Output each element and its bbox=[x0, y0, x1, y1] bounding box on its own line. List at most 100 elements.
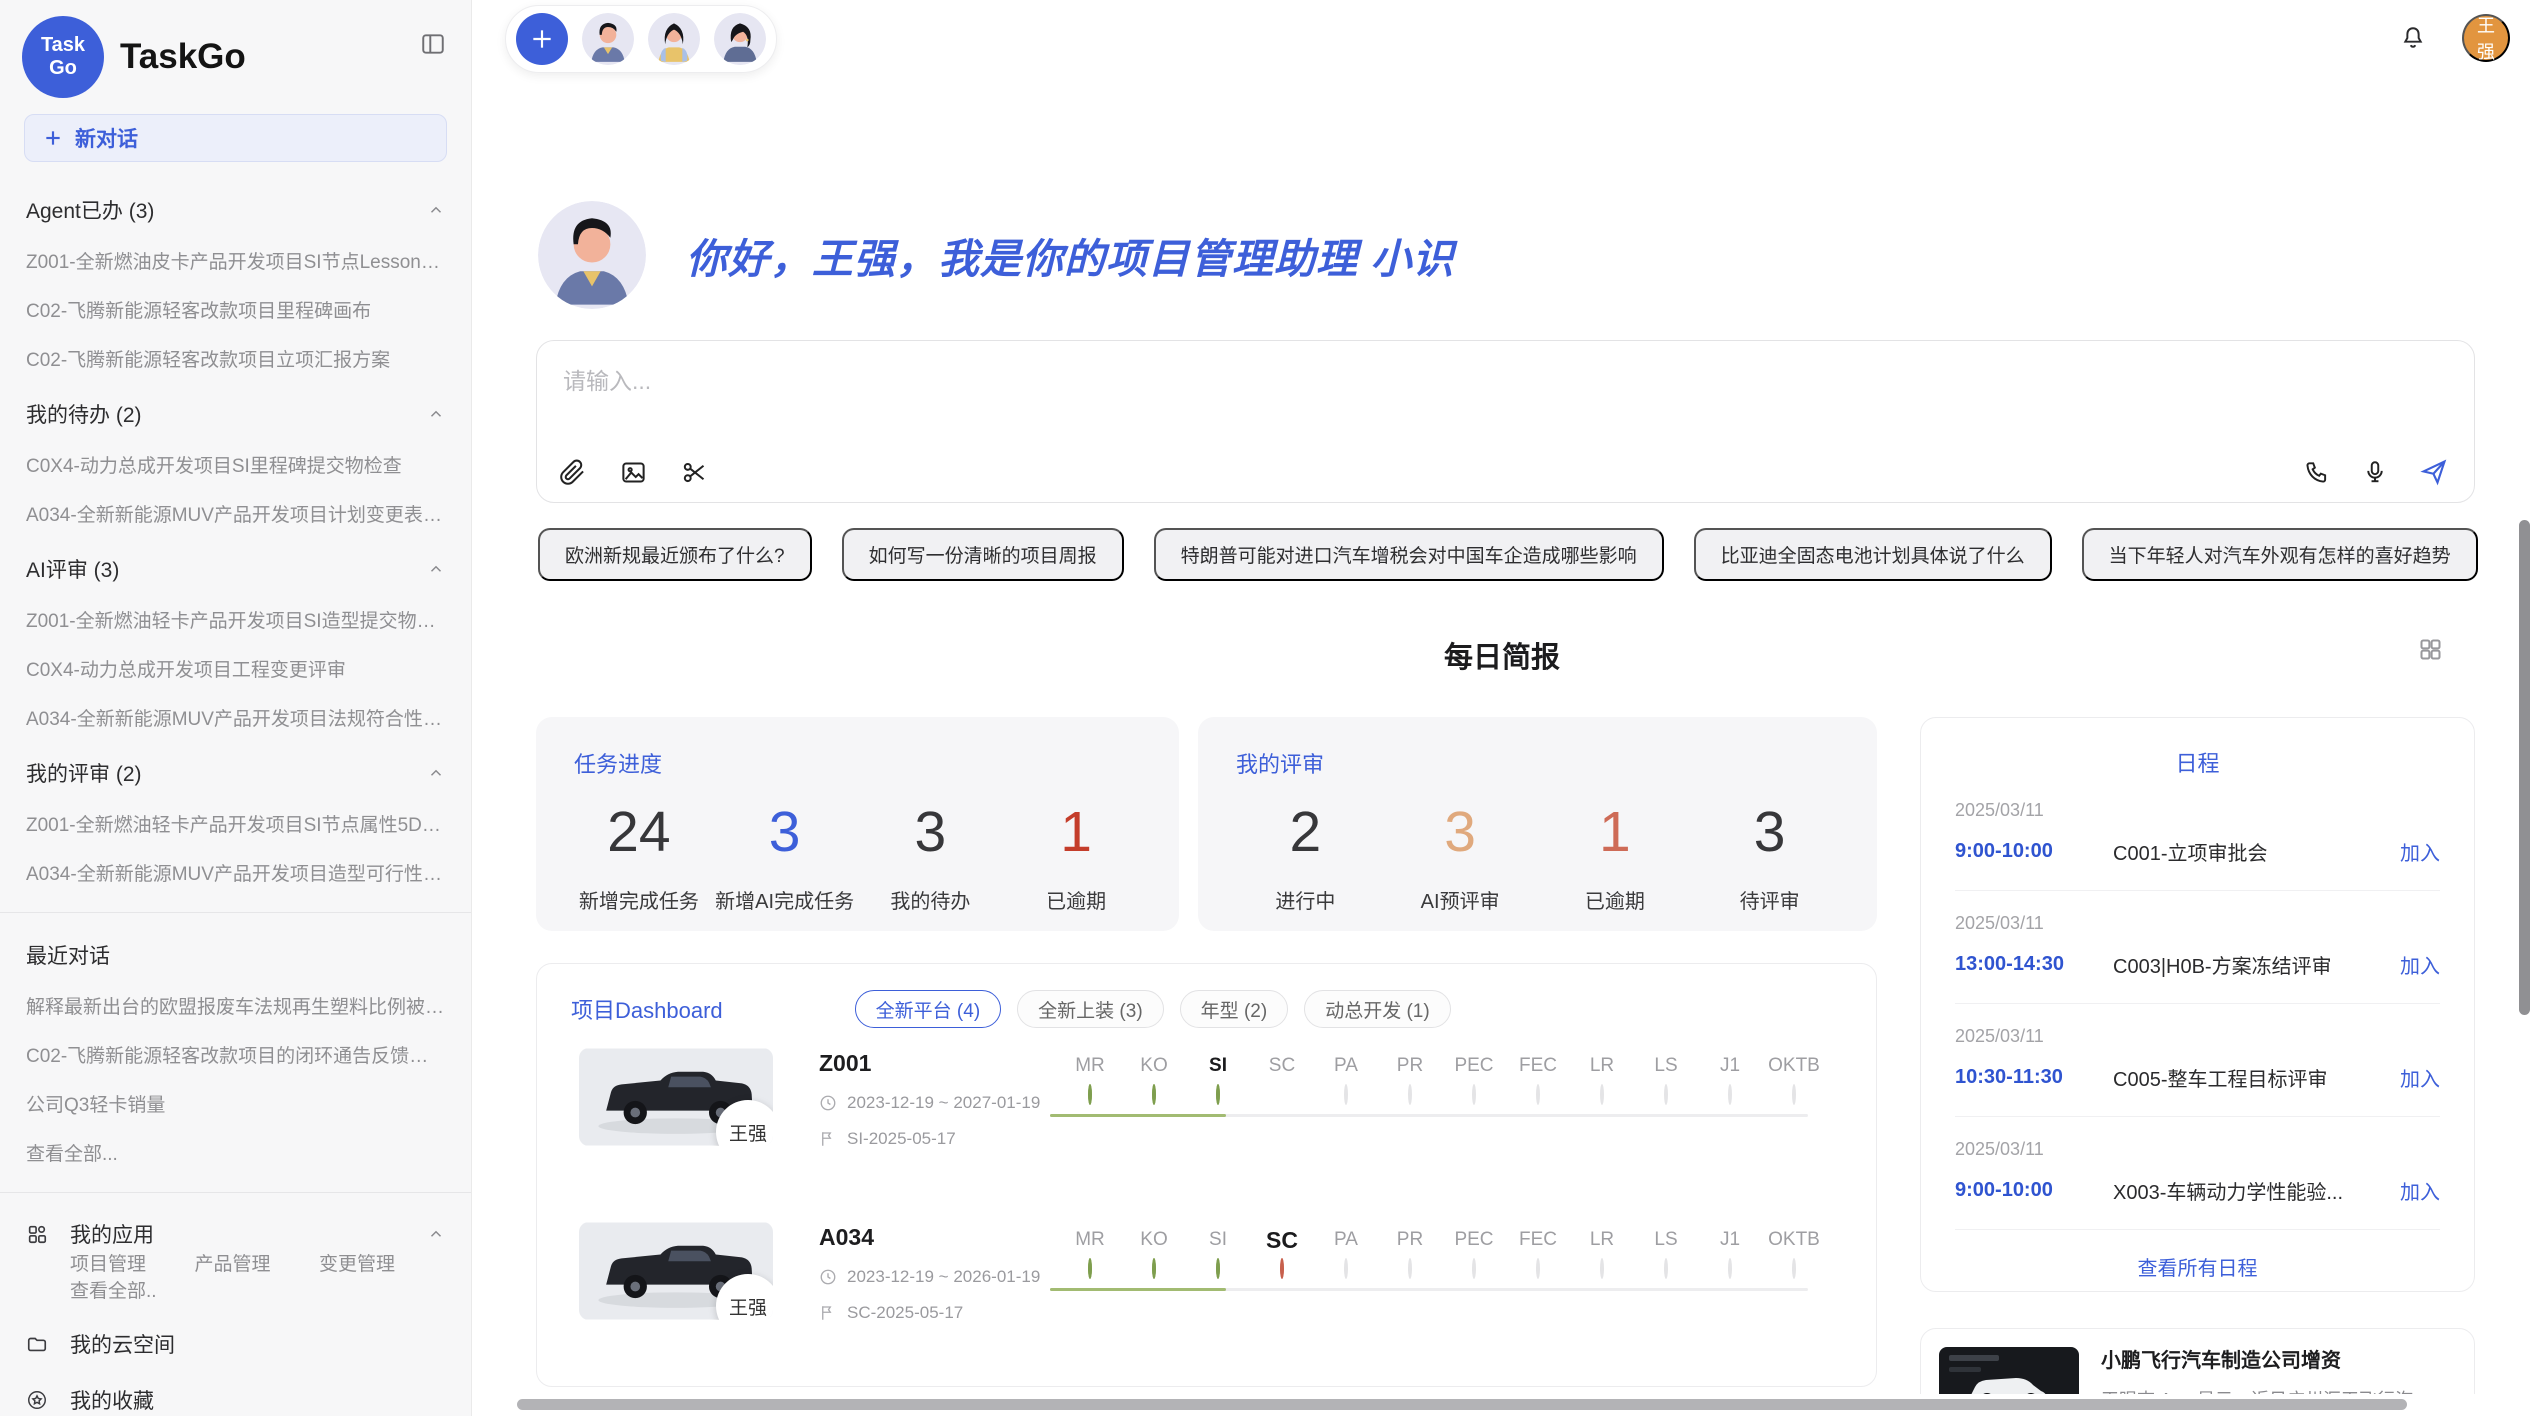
view-all-apps-link[interactable]: 查看全部.. bbox=[26, 1281, 157, 1302]
sidebar-item[interactable]: C02-飞腾新能源轻客改款项目立项汇报方案 bbox=[26, 345, 445, 372]
milestone: SC bbox=[1250, 1226, 1314, 1278]
view-all-schedule-link[interactable]: 查看所有日程 bbox=[1955, 1230, 2440, 1303]
voice-call-button[interactable] bbox=[2304, 459, 2330, 485]
suggestion-chip[interactable]: 如何写一份清晰的项目周报 bbox=[842, 528, 1124, 581]
section-my-review[interactable]: 我的评审 (2) bbox=[26, 758, 445, 788]
section-recent-chats[interactable]: 最近对话 bbox=[26, 940, 445, 970]
divider bbox=[0, 912, 471, 913]
app-item-project-mgmt[interactable]: 项目管理 bbox=[26, 1254, 146, 1275]
app-item-change-mgmt[interactable]: 变更管理 bbox=[275, 1254, 395, 1275]
send-button[interactable] bbox=[2420, 458, 2448, 486]
suggestion-chip[interactable]: 特朗普可能对进口汽车增税会对中国车企造成哪些影响 bbox=[1154, 528, 1664, 581]
sidebar-item[interactable]: Z001-全新燃油轻卡产品开发项目SI节点属性5D文件评审 bbox=[26, 810, 445, 837]
stat-label: 新增AI完成任务 bbox=[712, 885, 858, 914]
app-item-product-mgmt[interactable]: 产品管理 bbox=[150, 1254, 270, 1275]
stat-my-todo: 3 我的待办 bbox=[858, 801, 1004, 914]
section-my-apps[interactable]: 我的应用 bbox=[26, 1219, 445, 1249]
sidebar-item[interactable]: A034-全新新能源MUV产品开发项目计划变更表编写 bbox=[26, 500, 445, 527]
briefing-layout-grid-icon[interactable] bbox=[2417, 636, 2444, 663]
project-row[interactable]: 王强 Z001 2023-12-19 ~ 2027-01-19 SI-2025-… bbox=[537, 1044, 1876, 1202]
screenshot-button[interactable] bbox=[681, 459, 708, 486]
tab-powertrain[interactable]: 动总开发 (1) bbox=[1304, 990, 1451, 1028]
milestone: PR bbox=[1378, 1052, 1442, 1104]
milestone-chart: MR KO SI SC PA PR PEC FEC LR LS J1 bbox=[1058, 1226, 1826, 1278]
section-ai-review[interactable]: AI评审 (3) bbox=[26, 554, 445, 584]
suggestion-chip[interactable]: 欧洲新规最近颁布了什么? bbox=[538, 528, 812, 581]
sidebar-item[interactable]: C0X4-动力总成开发项目SI里程碑提交物检查 bbox=[26, 451, 445, 478]
sidebar-item[interactable]: A034-全新新能源MUV产品开发项目法规符合性评审 bbox=[26, 704, 445, 731]
vertical-scrollbar-thumb[interactable] bbox=[2519, 520, 2530, 1015]
schedule-time: 9:00-10:00 bbox=[1955, 840, 2113, 863]
task-progress-card: 任务进度 24 新增完成任务 3 新增AI完成任务 3 bbox=[536, 717, 1179, 931]
milestone: FEC bbox=[1506, 1226, 1570, 1278]
schedule-event-name: C005-整车工程目标评审 bbox=[2113, 1063, 2388, 1092]
project-car-image: 王强 bbox=[579, 1048, 773, 1146]
milestone-track-done bbox=[1050, 1288, 1226, 1291]
stat-ai-pre-review: 3 AI预评审 bbox=[1383, 801, 1538, 914]
topbar-right: 王强 bbox=[2400, 14, 2510, 62]
schedule-item: 2025/03/11 9:00-10:00 C001-立项审批会 加入 bbox=[1955, 778, 2440, 891]
milestone-dot bbox=[1216, 1258, 1220, 1279]
section-my-todo[interactable]: 我的待办 (2) bbox=[26, 399, 445, 429]
sidebar-collapse-button[interactable] bbox=[415, 26, 451, 62]
join-meeting-link[interactable]: 加入 bbox=[2400, 837, 2440, 866]
schedule-event-name: C003|H0B-方案冻结评审 bbox=[2113, 950, 2388, 979]
agent-avatar-1[interactable] bbox=[582, 13, 634, 65]
milestone-dot bbox=[1344, 1084, 1348, 1105]
notifications-bell-icon[interactable] bbox=[2400, 25, 2426, 51]
sidebar-item[interactable]: C0X4-动力总成开发项目工程变更评审 bbox=[26, 655, 445, 682]
tab-model-year[interactable]: 年型 (2) bbox=[1180, 990, 1289, 1028]
schedule-item: 2025/03/11 10:30-11:30 C005-整车工程目标评审 加入 bbox=[1955, 1004, 2440, 1117]
recent-chat-item[interactable]: 公司Q3轻卡销量 bbox=[26, 1090, 445, 1117]
schedule-time: 9:00-10:00 bbox=[1955, 1179, 2113, 1202]
project-flag-milestone: SC-2025-05-17 bbox=[819, 1303, 1040, 1323]
milestone-dot bbox=[1472, 1084, 1476, 1105]
attach-file-button[interactable] bbox=[559, 459, 586, 486]
project-row[interactable]: 王强 A034 2023-12-19 ~ 2026-01-19 SC-2025-… bbox=[537, 1218, 1876, 1376]
section-agent-done[interactable]: Agent已办 (3) bbox=[26, 195, 445, 225]
sidebar-item-cloud-space[interactable]: 我的云空间 bbox=[26, 1329, 445, 1359]
suggestion-chip[interactable]: 当下年轻人对汽车外观有怎样的喜好趋势 bbox=[2082, 528, 2478, 581]
briefing-title: 每日简报 bbox=[1444, 642, 1560, 674]
join-meeting-link[interactable]: 加入 bbox=[2400, 1063, 2440, 1092]
add-agent-button[interactable] bbox=[516, 13, 568, 65]
my-review-card: 我的评审 2 进行中 3 AI预评审 1 bbox=[1198, 717, 1877, 931]
stat-value: 3 bbox=[1383, 801, 1538, 863]
microphone-button[interactable] bbox=[2362, 459, 2388, 485]
project-id: Z001 bbox=[819, 1050, 1040, 1077]
assistant-avatar-illustration bbox=[538, 201, 646, 309]
horizontal-scrollbar-thumb[interactable] bbox=[517, 1399, 2407, 1410]
new-chat-button[interactable]: 新对话 bbox=[24, 114, 447, 162]
recent-chat-item[interactable]: C02-飞腾新能源轻客改款项目的闭环通告反馈情况 bbox=[26, 1041, 445, 1068]
sidebar-item-label: 我的云空间 bbox=[70, 1329, 175, 1359]
chevron-up-icon bbox=[427, 560, 445, 578]
view-all-chats-link[interactable]: 查看全部... bbox=[26, 1139, 445, 1166]
user-avatar[interactable]: 王强 bbox=[2462, 14, 2510, 62]
sidebar-item[interactable]: Z001-全新燃油皮卡产品开发项目SI节点Lesson Learn报告 bbox=[26, 247, 445, 274]
sidebar-item[interactable]: C02-飞腾新能源轻客改款项目里程碑画布 bbox=[26, 296, 445, 323]
project-date-range: 2023-12-19 ~ 2027-01-19 bbox=[819, 1093, 1040, 1113]
milestone: PA bbox=[1314, 1226, 1378, 1278]
schedule-time: 10:30-11:30 bbox=[1955, 1066, 2113, 1089]
sidebar-item[interactable]: A034-全新新能源MUV产品开发项目造型可行性评审 bbox=[26, 859, 445, 886]
tab-new-body[interactable]: 全新上装 (3) bbox=[1017, 990, 1164, 1028]
stat-label: AI预评审 bbox=[1383, 885, 1538, 914]
image-icon bbox=[620, 459, 647, 486]
tab-new-platform[interactable]: 全新平台 (4) bbox=[855, 990, 1002, 1028]
suggestion-chip[interactable]: 比亚迪全固态电池计划具体说了什么 bbox=[1694, 528, 2052, 581]
sidebar-item-favorites[interactable]: 我的收藏 bbox=[26, 1385, 445, 1415]
milestone: PA bbox=[1314, 1052, 1378, 1104]
stat-pending-review: 3 待评审 bbox=[1692, 801, 1847, 914]
join-meeting-link[interactable]: 加入 bbox=[2400, 1176, 2440, 1205]
sidebar-item[interactable]: Z001-全新燃油轻卡产品开发项目SI造型提交物评审 bbox=[26, 606, 445, 633]
greeting-text: 你好，王强，我是你的项目管理助理 小识 bbox=[686, 225, 1454, 285]
agent-avatar-3[interactable] bbox=[714, 13, 766, 65]
recent-chat-item[interactable]: 解释最新出台的欧盟报废车法规再生塑料比例被调至15%... bbox=[26, 992, 445, 1019]
chat-input[interactable] bbox=[561, 367, 1465, 396]
project-dashboard-card: 项目Dashboard 全新平台 (4) 全新上装 (3) 年型 (2) 动总开… bbox=[536, 963, 1877, 1387]
join-meeting-link[interactable]: 加入 bbox=[2400, 950, 2440, 979]
insert-image-button[interactable] bbox=[620, 459, 647, 486]
stat-label: 已逾期 bbox=[1003, 885, 1149, 914]
agent-avatar-2[interactable] bbox=[648, 13, 700, 65]
stats-row: 任务进度 24 新增完成任务 3 新增AI完成任务 3 bbox=[536, 717, 1877, 931]
